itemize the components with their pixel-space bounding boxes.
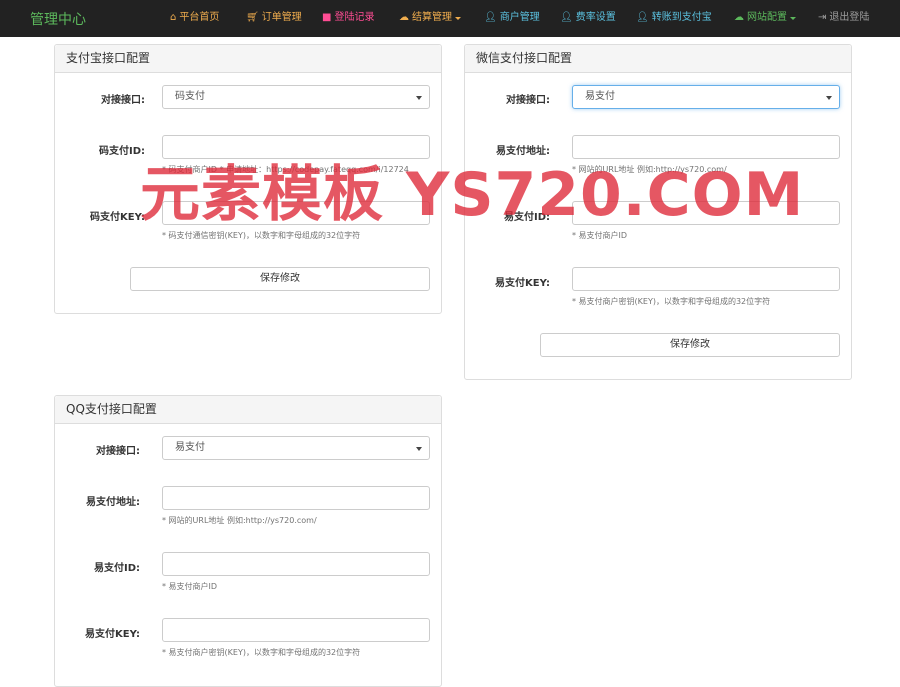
panel-title: 微信支付接口配置 xyxy=(465,45,851,73)
qq-iface-row: 对接接口: xyxy=(55,442,140,457)
wechat-key-input[interactable] xyxy=(572,267,840,291)
help-text: * 网站的URL地址 例如:http://ys720.com/ xyxy=(162,516,317,525)
top-navbar: 管理中心 ⌂ 平台首页 🛒︎ 订单管理 ■ 登陆记录 ☁ 结算管理 👤︎ 商户管理 👤︎ 费… xyxy=(0,0,900,37)
qq-url-row: 易支付地址: xyxy=(55,493,140,508)
wechat-url-input[interactable] xyxy=(572,135,840,159)
alipay-id-row: 码支付ID: xyxy=(55,142,145,157)
field-label: 码支付KEY: xyxy=(90,212,145,223)
nav-home-label: 平台首页 xyxy=(179,12,220,23)
qq-id-row: 易支付ID: xyxy=(55,559,140,574)
nav-orders[interactable]: 🛒︎ 订单管理 xyxy=(246,12,302,24)
help-text: * 易支付商户ID xyxy=(162,582,218,591)
alipay-key-row: 码支付KEY: xyxy=(55,208,145,223)
cloud-icon: ☁ xyxy=(399,12,409,23)
field-label: 易支付KEY: xyxy=(85,629,140,640)
field-label: 对接接口: xyxy=(506,95,550,106)
field-label: 易支付地址: xyxy=(86,497,140,508)
field-label: 对接接口: xyxy=(101,95,145,106)
qq-url-input[interactable] xyxy=(162,486,430,510)
watermark-text: 元素模板 YS720.COM xyxy=(140,160,805,230)
panel-title: 支付宝接口配置 xyxy=(55,45,441,73)
alipay-id-input[interactable] xyxy=(162,135,430,159)
field-label: 码支付ID: xyxy=(98,146,145,157)
alipay-interface-select[interactable]: 码支付 xyxy=(162,85,430,109)
field-label: 对接接口: xyxy=(96,446,140,457)
nav-merchants[interactable]: 👤︎ 商户管理 xyxy=(484,12,540,24)
qq-config-panel: QQ支付接口配置 对接接口: 易支付 易支付地址: * 网站的URL地址 例如:… xyxy=(54,395,442,687)
wechat-key-row: 易支付KEY: xyxy=(465,274,550,289)
nav-login-records[interactable]: ■ 登陆记录 xyxy=(322,12,374,24)
alipay-save-button[interactable]: 保存修改 xyxy=(130,267,430,291)
alipay-iface-row: 对接接口: xyxy=(55,91,145,106)
nav-merchants-label: 商户管理 xyxy=(499,12,540,23)
nav-home[interactable]: ⌂ 平台首页 xyxy=(170,12,219,24)
nav-transfer-alipay-label: 转账到支付宝 xyxy=(651,12,712,23)
help-text: * 易支付商户ID xyxy=(572,231,628,240)
help-text: * 码支付通信密钥(KEY)，以数字和字母组成的32位字符 xyxy=(162,231,361,240)
wechat-url-row: 易支付地址: xyxy=(465,142,550,157)
nav-login-records-label: 登陆记录 xyxy=(334,12,375,23)
panel-title: QQ支付接口配置 xyxy=(55,396,441,424)
camera-icon: ■ xyxy=(322,12,332,23)
nav-settlement-label: 结算管理 xyxy=(412,12,452,23)
field-label: 易支付地址: xyxy=(496,146,550,157)
wechat-iface-row: 对接接口: xyxy=(465,91,550,106)
field-label: 易支付ID: xyxy=(93,563,140,574)
nav-transfer-alipay[interactable]: 👤︎ 转账到支付宝 xyxy=(636,12,712,24)
user-icon: 👤︎ xyxy=(560,12,573,23)
nav-orders-label: 订单管理 xyxy=(261,12,302,23)
cloud-icon: ☁ xyxy=(734,12,744,23)
nav-rates[interactable]: 👤︎ 费率设置 xyxy=(560,12,616,24)
qq-id-input[interactable] xyxy=(162,552,430,576)
home-icon: ⌂ xyxy=(170,12,177,23)
help-text: * 易支付商户密钥(KEY)，以数字和字母组成的32位字符 xyxy=(162,648,361,657)
cart-icon: 🛒︎ xyxy=(246,12,259,23)
user-icon: 👤︎ xyxy=(484,12,497,23)
nav-settlement[interactable]: ☁ 结算管理 xyxy=(399,12,461,24)
chevron-down-icon xyxy=(790,16,796,20)
chevron-down-icon xyxy=(455,16,461,20)
logout-icon: ⇥ xyxy=(818,12,827,23)
nav-site-config[interactable]: ☁ 网站配置 xyxy=(734,12,796,24)
brand-title[interactable]: 管理中心 xyxy=(30,9,86,29)
qq-interface-select[interactable]: 易支付 xyxy=(162,436,430,460)
help-text: * 易支付商户密钥(KEY)，以数字和字母组成的32位字符 xyxy=(572,297,771,306)
wechat-save-button[interactable]: 保存修改 xyxy=(540,333,840,357)
nav-logout[interactable]: ⇥ 退出登陆 xyxy=(818,12,869,24)
qq-key-row: 易支付KEY: xyxy=(55,625,140,640)
wechat-interface-select[interactable]: 易支付 xyxy=(572,85,840,109)
user-icon: 👤︎ xyxy=(636,12,649,23)
nav-logout-label: 退出登陆 xyxy=(829,12,870,23)
nav-site-config-label: 网站配置 xyxy=(747,12,787,23)
field-label: 易支付KEY: xyxy=(495,278,550,289)
nav-rates-label: 费率设置 xyxy=(575,12,616,23)
qq-key-input[interactable] xyxy=(162,618,430,642)
